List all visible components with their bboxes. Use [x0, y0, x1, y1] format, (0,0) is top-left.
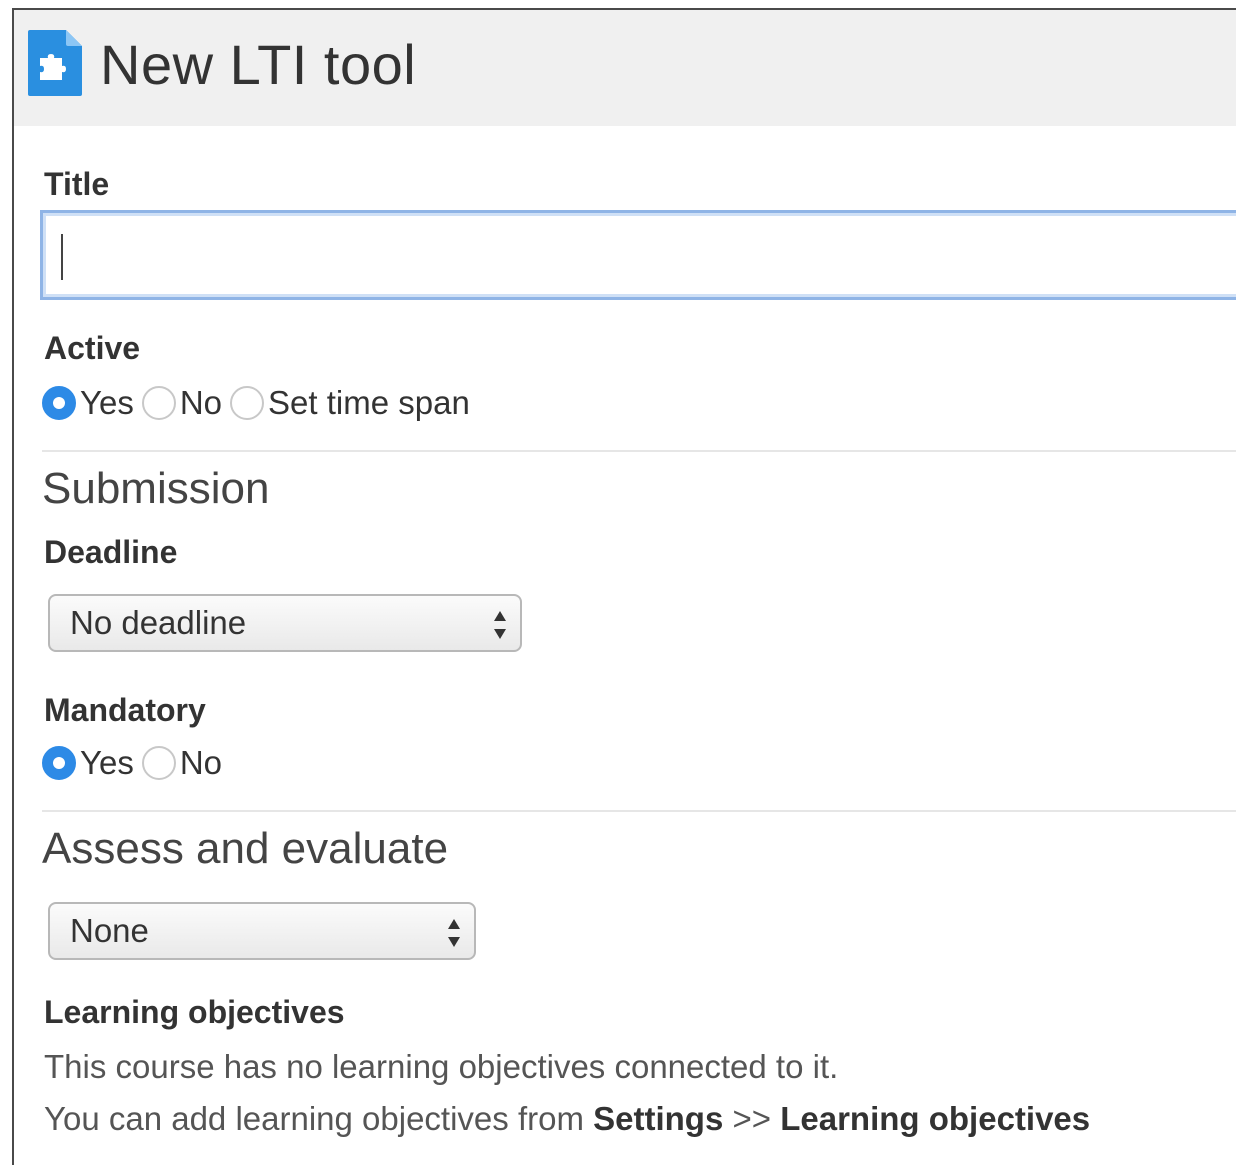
- breadcrumb-separator: >>: [732, 1100, 772, 1137]
- mandatory-yes-radio[interactable]: [42, 746, 76, 780]
- mandatory-yes-label: Yes: [80, 744, 134, 781]
- mandatory-no-radio[interactable]: [141, 746, 176, 780]
- submission-heading: Submission: [42, 464, 270, 513]
- mandatory-radio-group: Yes No: [42, 744, 230, 782]
- learning-objectives-label: Learning objectives: [44, 994, 345, 1030]
- lti-tool-window: New LTI tool Title Active Yes No Set tim…: [12, 8, 1236, 1165]
- deadline-select-value: No deadline: [70, 604, 247, 641]
- page-title: New LTI tool: [100, 33, 417, 96]
- active-radio-group: Yes No Set time span: [42, 384, 478, 422]
- assess-select[interactable]: None: [48, 902, 476, 960]
- active-timespan-label: Set time span: [268, 384, 470, 421]
- form-content: Title Active Yes No Set time span Submis…: [14, 126, 1236, 1165]
- learning-objectives-link: Learning objectives: [780, 1100, 1091, 1137]
- title-label: Title: [44, 166, 110, 202]
- deadline-label: Deadline: [44, 534, 178, 570]
- mandatory-no-label: No: [179, 744, 223, 781]
- text-caret: [61, 234, 63, 280]
- active-label: Active: [44, 330, 141, 366]
- active-yes-radio[interactable]: [42, 386, 76, 420]
- page-header: New LTI tool: [14, 10, 1236, 126]
- assess-heading: Assess and evaluate: [42, 824, 449, 873]
- add-objectives-hint: You can add learning objectives from Set…: [44, 1100, 1090, 1138]
- title-input[interactable]: [40, 210, 1236, 300]
- active-timespan-radio[interactable]: [230, 386, 265, 420]
- select-arrows-icon: [448, 919, 460, 947]
- assess-select-value: None: [70, 912, 149, 949]
- settings-link: Settings: [593, 1100, 724, 1137]
- divider: [42, 810, 1236, 812]
- active-no-label: No: [179, 384, 223, 421]
- active-no-radio[interactable]: [141, 386, 176, 420]
- no-objectives-text: This course has no learning objectives c…: [44, 1048, 839, 1085]
- divider: [42, 450, 1236, 452]
- puzzle-piece-document-icon: [26, 28, 84, 98]
- active-yes-label: Yes: [80, 384, 134, 421]
- deadline-select[interactable]: No deadline: [48, 594, 522, 652]
- mandatory-label: Mandatory: [44, 692, 206, 728]
- hint-prefix: You can add learning objectives from: [44, 1100, 584, 1137]
- select-arrows-icon: [494, 611, 506, 639]
